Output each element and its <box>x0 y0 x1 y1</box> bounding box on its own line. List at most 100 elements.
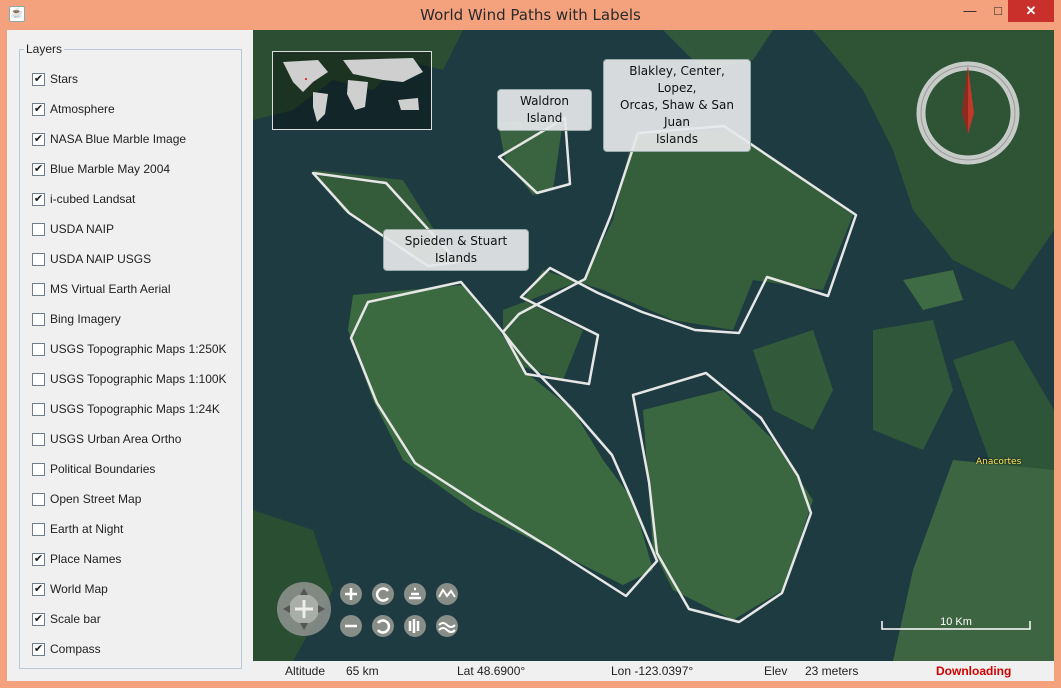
layer-label: Earth at Night <box>50 522 124 536</box>
elevation-value: 23 meters <box>805 664 859 678</box>
layer-item[interactable]: ✔ Place Names <box>32 550 121 568</box>
layer-item[interactable]: Political Boundaries <box>32 460 155 478</box>
layer-label: Political Boundaries <box>50 462 156 476</box>
layer-checkbox[interactable] <box>32 282 45 296</box>
layer-checkbox[interactable] <box>32 342 45 356</box>
layer-item[interactable]: USGS Urban Area Ortho <box>32 430 181 448</box>
layer-label: USGS Topographic Maps 1:100K <box>50 372 227 386</box>
layer-label: USDA NAIP USGS <box>50 252 152 266</box>
vertical-exaggeration-up-icon[interactable] <box>436 583 458 605</box>
label-waldron-island: Waldron Island <box>497 89 592 131</box>
layer-checkbox[interactable]: ✔ <box>32 162 45 176</box>
zoom-out-icon[interactable] <box>340 615 362 637</box>
download-status: Downloading <box>936 664 1012 678</box>
layer-checkbox[interactable] <box>32 432 45 446</box>
layer-label: USGS Urban Area Ortho <box>50 432 182 446</box>
layer-item[interactable]: USGS Topographic Maps 1:100K <box>32 370 227 388</box>
layer-item[interactable]: ✔ Scale bar <box>32 610 101 628</box>
tilt-up-icon[interactable] <box>404 583 426 605</box>
label-spieden-stuart-islands: Spieden & Stuart Islands <box>383 229 529 271</box>
layer-item[interactable]: ✔ World Map <box>32 580 108 598</box>
layer-checkbox[interactable] <box>32 312 45 326</box>
layer-item[interactable]: ✔ Atmosphere <box>32 100 115 118</box>
zoom-in-icon[interactable] <box>340 583 362 605</box>
layer-label: Stars <box>50 72 79 86</box>
layer-checkbox[interactable]: ✔ <box>32 132 45 146</box>
view-controls <box>277 582 458 637</box>
layer-item[interactable]: ✔ i-cubed Landsat <box>32 190 135 208</box>
client-area: Layers ✔ Stars ✔ Atmosphere ✔ NASA Blue Marbl… <box>7 30 1054 681</box>
layer-checkbox[interactable]: ✔ <box>32 582 45 596</box>
layer-label: Atmosphere <box>50 102 115 116</box>
layer-checkbox[interactable] <box>32 492 45 506</box>
rotate-left-icon[interactable] <box>372 583 394 605</box>
altitude-value: 65 km <box>346 664 379 678</box>
layers-panel: Layers ✔ Stars ✔ Atmosphere ✔ NASA Blue Marbl… <box>19 42 242 669</box>
compass-icon[interactable] <box>915 60 1021 166</box>
layer-label: Blue Marble May 2004 <box>50 162 171 176</box>
layer-item[interactable]: ✔ NASA Blue Marble Image <box>32 130 186 148</box>
layer-label: USDA NAIP <box>50 222 115 236</box>
layer-checkbox[interactable]: ✔ <box>32 552 45 566</box>
layer-checkbox[interactable]: ✔ <box>32 72 45 86</box>
place-name-anacortes: Anacortes <box>976 457 1022 467</box>
label-spieden-text: Spieden & Stuart Islands <box>404 234 508 265</box>
layer-label: USGS Topographic Maps 1:24K <box>50 402 220 416</box>
layer-checkbox[interactable] <box>32 372 45 386</box>
layer-item[interactable]: USDA NAIP USGS <box>32 250 151 268</box>
layer-checkbox[interactable] <box>32 522 45 536</box>
rotate-right-icon[interactable] <box>372 615 394 637</box>
altitude-label: Altitude <box>285 664 326 678</box>
status-bar: Altitude 65 km Lat 48.6900° Lon -123.039… <box>253 661 1054 681</box>
title-bar[interactable]: ☕ World Wind Paths with Labels — □ ✕ <box>0 0 1061 30</box>
layer-item[interactable]: USGS Topographic Maps 1:250K <box>32 340 227 358</box>
longitude-readout: Lon -123.0397° <box>611 664 694 678</box>
label-waldron-text: Waldron Island <box>519 94 570 125</box>
layer-label: Bing Imagery <box>50 312 121 326</box>
layer-checkbox[interactable] <box>32 222 45 236</box>
world-map-graphic <box>283 58 423 122</box>
layer-label: World Map <box>50 582 108 596</box>
layer-checkbox[interactable]: ✔ <box>32 612 45 626</box>
app-window: ☕ World Wind Paths with Labels — □ ✕ Lay… <box>0 0 1061 688</box>
layer-checkbox[interactable] <box>32 462 45 476</box>
layers-panel-title: Layers <box>24 42 65 56</box>
layer-label: Open Street Map <box>50 492 142 506</box>
layer-item[interactable]: Bing Imagery <box>32 310 121 328</box>
layer-item[interactable]: Open Street Map <box>32 490 141 508</box>
layer-label: NASA Blue Marble Image <box>50 132 187 146</box>
label-blakley-islands: Blakley, Center, Lopez, Orcas, Shaw & Sa… <box>603 59 751 152</box>
elevation-label: Elev <box>764 664 788 678</box>
layer-label: MS Virtual Earth Aerial <box>50 282 171 296</box>
layer-checkbox[interactable]: ✔ <box>32 642 45 656</box>
layer-checkbox[interactable]: ✔ <box>32 102 45 116</box>
layer-label: i-cubed Landsat <box>50 192 136 206</box>
window-title: World Wind Paths with Labels <box>420 6 641 24</box>
label-blakley-line-2: Orcas, Shaw & San Juan <box>620 98 734 129</box>
minimize-button[interactable]: — <box>956 0 984 22</box>
tilt-down-icon[interactable] <box>404 615 426 637</box>
scale-bar: 10 Km <box>881 616 1031 630</box>
globe-map-view[interactable]: Waldron Island Blakley, Center, Lopez, O… <box>253 30 1054 661</box>
layer-checkbox[interactable] <box>32 402 45 416</box>
layer-item[interactable]: USGS Topographic Maps 1:24K <box>32 400 220 418</box>
layer-item[interactable]: ✔ Blue Marble May 2004 <box>32 160 170 178</box>
layer-label: Scale bar <box>50 612 101 626</box>
layer-item[interactable]: Earth at Night <box>32 520 123 538</box>
layer-checkbox[interactable] <box>32 252 45 266</box>
layer-item[interactable]: ✔ Stars <box>32 70 78 88</box>
layer-label: USGS Topographic Maps 1:250K <box>50 342 227 356</box>
layer-checkbox[interactable]: ✔ <box>32 192 45 206</box>
layer-item[interactable]: MS Virtual Earth Aerial <box>32 280 171 298</box>
latitude-readout: Lat 48.6900° <box>457 664 526 678</box>
close-button[interactable]: ✕ <box>1008 0 1054 22</box>
layer-item[interactable]: USDA NAIP <box>32 220 114 238</box>
label-blakley-line-1: Blakley, Center, Lopez, <box>629 64 725 95</box>
vertical-exaggeration-down-icon[interactable] <box>436 615 458 637</box>
pan-icon[interactable] <box>277 582 331 636</box>
layer-label: Place Names <box>50 552 122 566</box>
world-map-overview[interactable] <box>272 51 432 130</box>
layer-label: Compass <box>50 642 101 656</box>
label-blakley-line-3: Islands <box>656 132 698 146</box>
layer-item[interactable]: ✔ Compass <box>32 640 101 658</box>
